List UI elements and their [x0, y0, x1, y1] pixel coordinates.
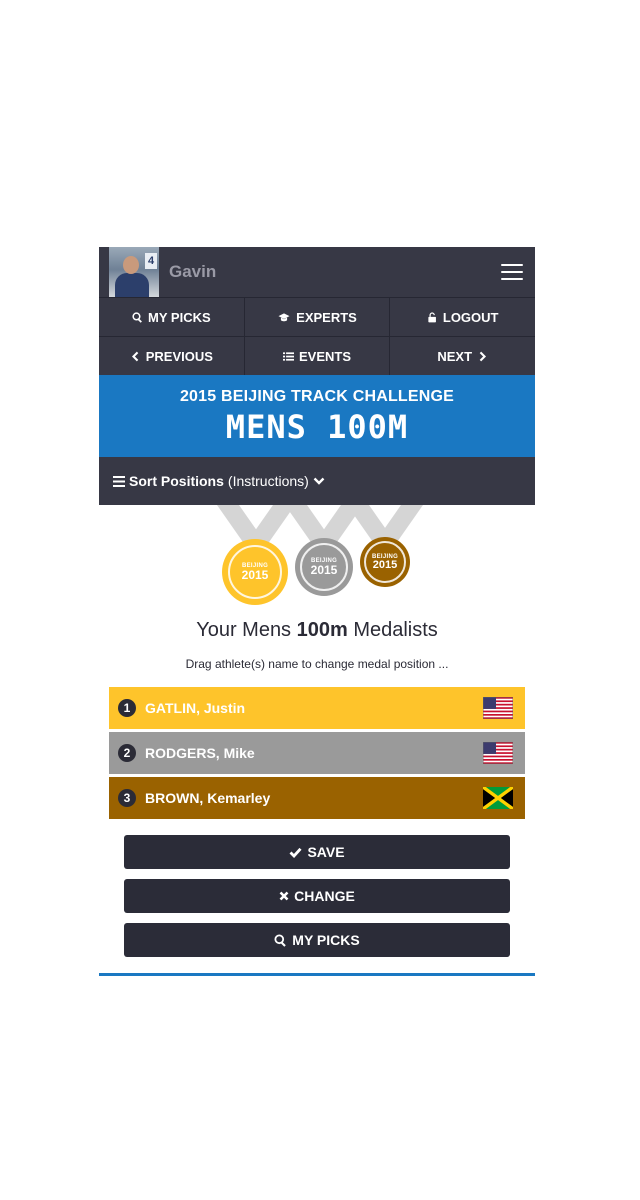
usa-flag-icon	[483, 742, 513, 764]
hamburger-menu-icon[interactable]	[501, 264, 523, 280]
gold-medal: BEIJING 2015	[222, 539, 288, 605]
avatar[interactable]: 4	[109, 247, 159, 297]
graduation-cap-icon	[278, 312, 290, 321]
experts-nav-label: EXPERTS	[296, 309, 357, 325]
search-icon	[274, 933, 287, 947]
athlete-list: 1 GATLIN, Justin 2 RODGERS, Mike 3 BROWN…	[109, 687, 525, 819]
bronze-medal-line2: 2015	[372, 558, 398, 571]
medals-graphic: BEIJING 2015 BEIJING 2015 BEIJING 2015	[99, 505, 535, 615]
previous-nav-label: PREVIOUS	[145, 348, 213, 364]
bottom-divider	[99, 973, 535, 976]
nav-row-bottom: PREVIOUS EVENTS NEXT	[99, 336, 536, 375]
medalists-heading: Your Mens 100m Medalists	[99, 615, 535, 645]
save-button[interactable]: SAVE	[124, 835, 510, 869]
sort-positions-toggle[interactable]: Sort Positions (Instructions)	[99, 457, 535, 505]
action-buttons: SAVE CHANGE MY PICKS	[124, 835, 510, 957]
change-button[interactable]: CHANGE	[124, 879, 510, 913]
app-header: 4 Gavin	[99, 247, 535, 297]
my-picks-label: MY PICKS	[292, 932, 360, 948]
my-picks-nav-button[interactable]: MY PICKS	[99, 297, 245, 336]
silver-medal: BEIJING 2015	[295, 538, 353, 596]
next-nav-label: NEXT	[437, 348, 473, 364]
event-banner: 2015 BEIJING TRACK CHALLENGE MENS 100M	[99, 375, 535, 457]
athlete-row[interactable]: 2 RODGERS, Mike	[109, 732, 525, 774]
position-badge: 1	[118, 699, 136, 717]
next-nav-button[interactable]: NEXT	[390, 336, 536, 375]
position-badge: 2	[118, 744, 136, 762]
medalists-prefix: Your Mens	[196, 619, 297, 641]
medalists-suffix: Medalists	[347, 619, 438, 641]
gold-medal-line2: 2015	[241, 568, 269, 582]
medalists-event: 100m	[296, 619, 348, 641]
chevron-right-icon	[479, 351, 487, 361]
athlete-name: RODGERS, Mike	[145, 745, 255, 761]
bronze-medal: BEIJING 2015	[360, 537, 410, 587]
previous-nav-button[interactable]: PREVIOUS	[99, 336, 245, 375]
avatar-sign: 4	[145, 253, 157, 269]
events-nav-label: EVENTS	[299, 348, 352, 364]
experts-nav-button[interactable]: EXPERTS	[244, 297, 391, 336]
check-icon	[289, 847, 302, 858]
app-container: 4 Gavin MY PICKS EXPERTS LOGOUT PREVIOUS…	[99, 247, 536, 976]
instructions-label: (Instructions)	[227, 473, 309, 489]
close-icon	[279, 891, 289, 901]
challenge-subtitle: 2015 BEIJING TRACK CHALLENGE	[179, 388, 455, 405]
my-picks-nav-label: MY PICKS	[148, 309, 211, 325]
my-picks-button[interactable]: MY PICKS	[124, 923, 510, 957]
chevron-down-icon	[313, 477, 325, 485]
save-label: SAVE	[307, 844, 345, 860]
sort-positions-label: Sort Positions	[129, 473, 224, 489]
search-icon	[132, 311, 142, 323]
change-label: CHANGE	[294, 888, 355, 904]
chevron-left-icon	[131, 351, 139, 361]
position-badge: 3	[118, 789, 136, 807]
username: Gavin	[169, 262, 217, 281]
unlock-icon	[428, 311, 436, 322]
athlete-row[interactable]: 3 BROWN, Kemarley	[109, 777, 525, 819]
drag-hint: Drag athlete(s) name to change medal pos…	[185, 657, 449, 671]
nav-row-top: MY PICKS EXPERTS LOGOUT	[99, 297, 536, 336]
logout-nav-button[interactable]: LOGOUT	[390, 297, 536, 336]
bars-icon	[113, 475, 125, 487]
silver-medal-line2: 2015	[310, 563, 338, 577]
athlete-name: GATLIN, Justin	[145, 700, 246, 716]
athlete-row[interactable]: 1 GATLIN, Justin	[109, 687, 525, 729]
athlete-name: BROWN, Kemarley	[145, 790, 271, 806]
list-icon	[283, 351, 294, 361]
usa-flag-icon	[483, 697, 513, 719]
event-title: MENS 100M	[225, 408, 409, 446]
events-nav-button[interactable]: EVENTS	[244, 336, 391, 375]
jamaica-flag-icon	[483, 787, 513, 809]
logout-nav-label: LOGOUT	[442, 309, 499, 325]
